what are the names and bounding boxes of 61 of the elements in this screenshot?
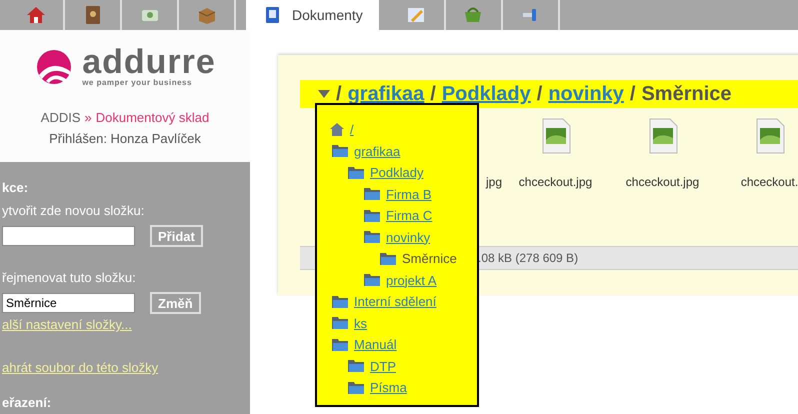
folder-link[interactable]: DTP: [370, 356, 396, 376]
home-icon: [329, 122, 345, 138]
home-icon: [24, 4, 46, 26]
file-name: jpg: [486, 174, 502, 191]
link[interactable]: ahrát soubor do této složky: [2, 359, 158, 377]
field-label: ytvořit zde novou složku:: [2, 202, 146, 220]
file-name: chceckout.: [740, 174, 798, 191]
breadcrumb-link[interactable]: novinky: [548, 82, 624, 106]
image-file-icon: [754, 118, 784, 154]
folder-link[interactable]: Firma B: [386, 184, 432, 204]
app-name: ADDIS: [40, 109, 81, 127]
breadcrumb-separator: »: [84, 109, 92, 127]
field-label: řejmenovat tuto složku:: [2, 269, 137, 287]
text-input[interactable]: Směrnice: [2, 293, 135, 313]
text-input[interactable]: [2, 226, 135, 246]
logo-name: addurre: [82, 46, 216, 78]
folder-link[interactable]: projekt A: [386, 270, 437, 290]
folder-link[interactable]: novinky: [386, 228, 430, 247]
folder-link[interactable]: Interní sdělení: [354, 292, 436, 312]
folder-link[interactable]: grafikaa: [354, 142, 400, 161]
folder-link[interactable]: Podklady: [370, 163, 424, 182]
folder-icon: [331, 144, 349, 158]
file-name: chceckout.jpg: [626, 174, 700, 191]
current-folder: Směrnice: [402, 250, 457, 268]
user-label: Přihlášen: Honza Pavlíček: [49, 130, 201, 148]
file-name: chceckout.jpg: [518, 174, 592, 191]
folder-icon: [331, 294, 349, 309]
form-button[interactable]: Přidat: [150, 225, 203, 247]
breadcrumb-link[interactable]: grafikaa: [348, 82, 424, 106]
folder-icon: [331, 338, 349, 352]
folder-link[interactable]: /: [350, 120, 354, 140]
path-separator: /: [430, 82, 436, 106]
folder-icon: [363, 187, 381, 202]
folder-icon: [363, 208, 381, 223]
folder-icon: [363, 230, 381, 244]
folder-link[interactable]: ks: [354, 314, 367, 333]
section-heading: eřazení:: [2, 395, 52, 411]
image-file-icon: [648, 118, 678, 154]
nav-tab[interactable]: Dokumenty: [246, 0, 379, 30]
section-heading: kce:: [2, 180, 30, 196]
folder-icon: [363, 273, 381, 288]
folder-icon: [347, 380, 365, 395]
link[interactable]: alší nastavení složky...: [2, 316, 132, 334]
folder-link[interactable]: Manuál: [354, 335, 397, 354]
section-title: Dokumentový sklad: [96, 109, 210, 127]
folder-icon: [347, 166, 365, 180]
folder-icon: [347, 359, 365, 374]
current-folder: Směrnice: [641, 82, 732, 106]
breadcrumb-link[interactable]: Podklady: [442, 82, 531, 106]
folder-link[interactable]: Písma: [370, 378, 407, 398]
caret-icon: [318, 90, 330, 98]
form-button[interactable]: Změň: [150, 292, 201, 314]
path-separator: /: [336, 82, 342, 106]
image-file-icon: [540, 118, 570, 154]
path-separator: /: [536, 82, 542, 106]
status-text: .08 kB (278 609 B): [478, 250, 578, 267]
logo-tagline: we pamper your business: [82, 78, 193, 87]
folder-icon: [379, 252, 397, 266]
path-separator: /: [630, 82, 636, 106]
folder-icon: [331, 316, 349, 330]
folder-link[interactable]: Firma C: [386, 206, 432, 226]
